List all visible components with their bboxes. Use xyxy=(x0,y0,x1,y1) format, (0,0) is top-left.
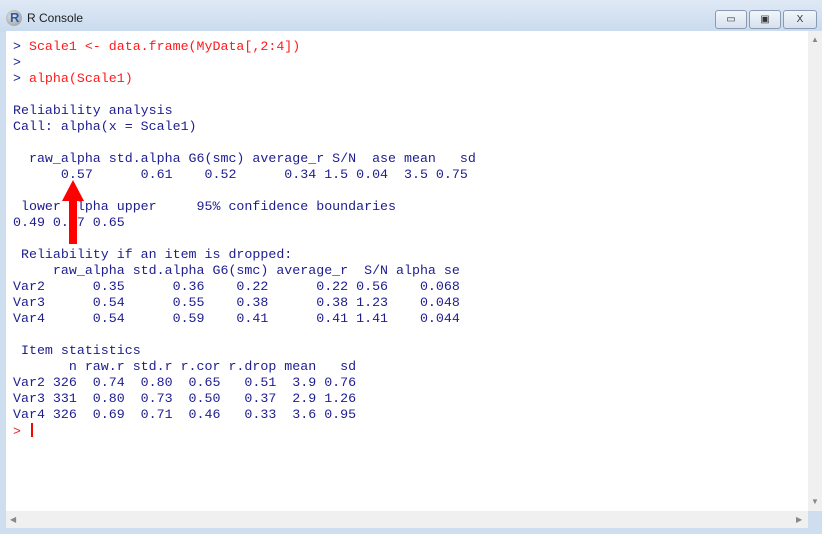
line-text: alpha(Scale1) xyxy=(28,71,133,86)
line-text: Var3 331 0.80 0.73 0.50 0.37 2.9 1.26 xyxy=(13,391,357,406)
annotation-arrow-icon xyxy=(62,180,84,201)
output-line: Reliability if an item is dropped: xyxy=(13,247,476,263)
line-text: Var3 0.54 0.55 0.38 0.38 1.23 0.048 xyxy=(13,295,460,310)
line-text: Var2 0.35 0.36 0.22 0.22 0.56 0.068 xyxy=(13,279,460,294)
line-text: Scale1 <- data.frame(MyData[,2:4]) xyxy=(28,39,301,54)
scroll-down-icon[interactable]: ▼ xyxy=(811,497,819,506)
annotation-arrow-shaft xyxy=(69,200,77,244)
window-title: R Console xyxy=(27,11,84,25)
output-line: Var3 331 0.80 0.73 0.50 0.37 2.9 1.26 xyxy=(13,391,476,407)
prompt: > xyxy=(13,71,29,86)
output-line: Call: alpha(x = Scale1) xyxy=(13,119,476,135)
output-line: n raw.r std.r r.cor r.drop mean sd xyxy=(13,359,476,375)
scroll-left-icon[interactable]: ◀ xyxy=(10,515,16,524)
prompt: > xyxy=(13,39,29,54)
output-line: Var4 0.54 0.59 0.41 0.41 1.41 0.044 xyxy=(13,311,476,327)
console-output: > Scale1 <- data.frame(MyData[,2:4]) > > a… xyxy=(13,39,476,439)
scroll-right-icon[interactable]: ▶ xyxy=(796,515,802,524)
line-text: raw_alpha std.alpha G6(smc) average_r S/… xyxy=(13,151,476,166)
line-text: raw_alpha std.alpha G6(smc) average_r S/… xyxy=(13,263,460,278)
output-line: Var2 0.35 0.36 0.22 0.22 0.56 0.068 xyxy=(13,279,476,295)
title-bar: R R Console ▭ ▣ X xyxy=(0,0,822,32)
output-line: raw_alpha std.alpha G6(smc) average_r S/… xyxy=(13,151,476,167)
command-line: > xyxy=(13,55,476,71)
prompt: > xyxy=(13,55,21,70)
output-line: Item statistics xyxy=(13,343,476,359)
output-line: lower alpha upper 95% confidence boundar… xyxy=(13,199,476,215)
line-text: Reliability analysis xyxy=(13,103,197,118)
output-line: Var2 326 0.74 0.80 0.65 0.51 3.9 0.76 xyxy=(13,375,476,391)
r-logo-icon: R xyxy=(6,10,22,26)
command-line: > Scale1 <- data.frame(MyData[,2:4]) xyxy=(13,39,476,55)
output-line: 0.49 0.57 0.65 xyxy=(13,215,476,231)
line-text: Var4 326 0.69 0.71 0.46 0.33 3.6 0.95 xyxy=(13,407,357,422)
line-text: Var4 0.54 0.59 0.41 0.41 1.41 0.044 xyxy=(13,311,460,326)
console-area[interactable]: > Scale1 <- data.frame(MyData[,2:4]) > > a… xyxy=(6,31,808,511)
output-line: Reliability analysis xyxy=(13,103,476,119)
scroll-up-icon[interactable]: ▲ xyxy=(811,35,819,44)
line-text: Item statistics xyxy=(13,343,149,358)
output-line: Var3 0.54 0.55 0.38 0.38 1.23 0.048 xyxy=(13,295,476,311)
command-line: > alpha(Scale1) xyxy=(13,71,476,87)
line-text: Call: alpha(x = Scale1) xyxy=(13,119,197,134)
vertical-scrollbar[interactable]: ▲ ▼ xyxy=(808,31,822,511)
output-line: raw_alpha std.alpha G6(smc) average_r S/… xyxy=(13,263,476,279)
line-text: n raw.r std.r r.cor r.drop mean sd xyxy=(13,359,357,374)
minimize-button[interactable]: ▭ xyxy=(715,10,747,29)
maximize-button[interactable]: ▣ xyxy=(749,10,781,29)
close-button[interactable]: X xyxy=(783,10,817,29)
line-text: Var2 326 0.74 0.80 0.65 0.51 3.9 0.76 xyxy=(13,375,357,390)
input-prompt: > xyxy=(13,424,29,439)
line-text: Reliability if an item is dropped: xyxy=(13,247,293,262)
text-cursor xyxy=(30,423,33,437)
output-line: Var4 326 0.69 0.71 0.46 0.33 3.6 0.95 xyxy=(13,407,476,423)
input-line[interactable]: > xyxy=(13,423,476,439)
horizontal-scrollbar[interactable]: ◀ ▶ xyxy=(6,511,808,528)
